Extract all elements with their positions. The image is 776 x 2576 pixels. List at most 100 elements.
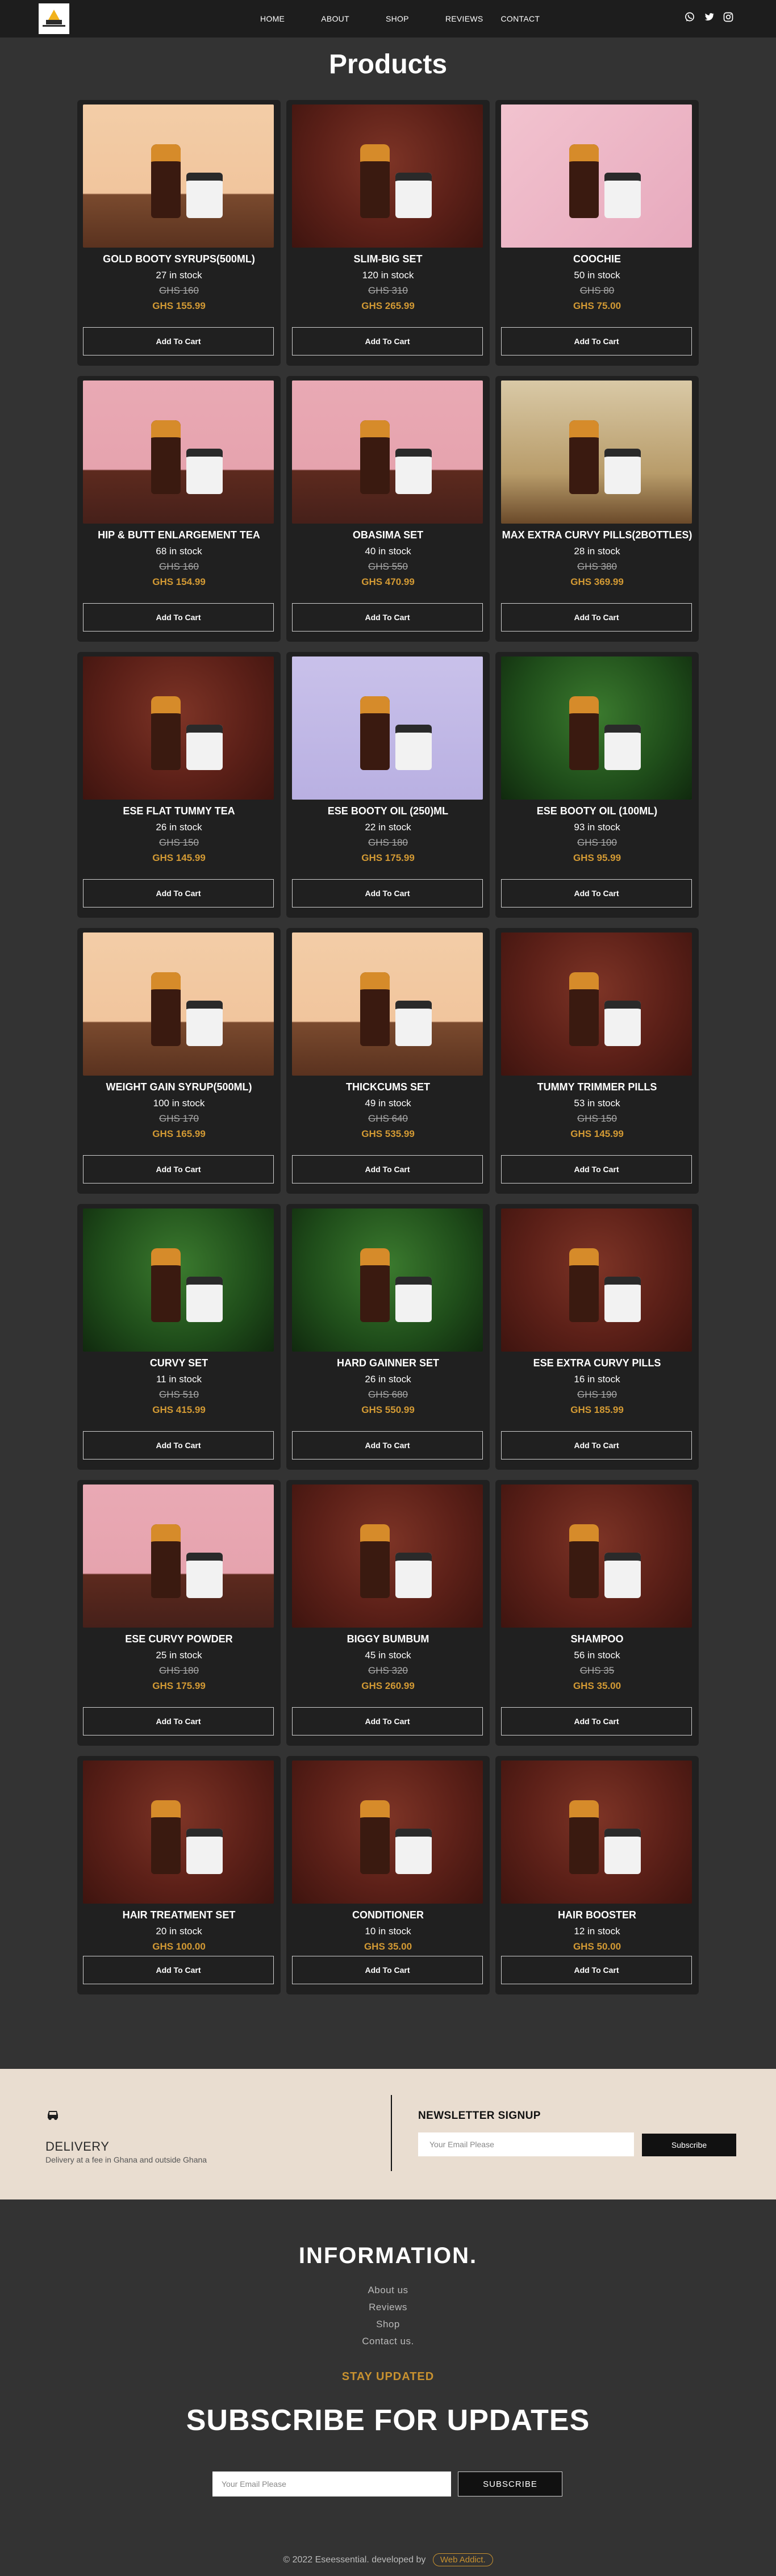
nav-home-link[interactable]: HOME bbox=[260, 14, 285, 23]
product-image[interactable] bbox=[83, 932, 274, 1076]
product-image[interactable] bbox=[501, 932, 692, 1076]
add-to-cart-button[interactable]: Add To Cart bbox=[83, 1956, 274, 1984]
product-image[interactable] bbox=[83, 1208, 274, 1352]
add-to-cart-button[interactable]: Add To Cart bbox=[83, 1707, 274, 1736]
product-image[interactable] bbox=[501, 104, 692, 248]
developer-link[interactable]: Web Addict. bbox=[432, 2553, 493, 2566]
product-card[interactable]: TUMMY TRIMMER PILLS 53 in stock GHS 150 GHS… bbox=[495, 928, 699, 1194]
product-card[interactable]: ESE CURVY POWDER 25 in stock GHS 180 GHS 17… bbox=[77, 1480, 281, 1746]
add-to-cart-button[interactable]: Add To Cart bbox=[501, 879, 692, 908]
product-name: ESE FLAT TUMMY TEA bbox=[123, 805, 235, 817]
product-card[interactable]: HAIR TREATMENT SET 20 in stock GHS 100.00 A… bbox=[77, 1756, 281, 1994]
nav-reviews-link[interactable]: REVIEWS bbox=[445, 14, 483, 23]
product-stock: 56 in stock bbox=[574, 1650, 620, 1661]
whatsapp-icon[interactable] bbox=[684, 11, 695, 23]
product-card[interactable]: HIP & BUTT ENLARGEMENT TEA 68 in stock GHS… bbox=[77, 376, 281, 642]
product-old-price: GHS 180 bbox=[159, 1665, 199, 1676]
add-to-cart-button[interactable]: Add To Cart bbox=[83, 1431, 274, 1460]
product-stock: 40 in stock bbox=[365, 546, 411, 557]
product-image[interactable] bbox=[292, 932, 483, 1076]
product-old-price: GHS 640 bbox=[368, 1113, 408, 1124]
product-card[interactable]: THICKCUMS SET 49 in stock GHS 640 GHS 535.9… bbox=[286, 928, 490, 1194]
add-to-cart-button[interactable]: Add To Cart bbox=[501, 327, 692, 356]
product-stock: 26 in stock bbox=[365, 1374, 411, 1385]
product-card[interactable]: ESE BOOTY OIL (100ML) 93 in stock GHS 100 G… bbox=[495, 652, 699, 918]
product-card[interactable]: HAIR BOOSTER 12 in stock GHS 50.00 Add To C… bbox=[495, 1756, 699, 1994]
product-image[interactable] bbox=[501, 1208, 692, 1352]
info-contact-link[interactable]: Contact us. bbox=[0, 2333, 776, 2350]
product-name: HARD GAINNER SET bbox=[336, 1357, 439, 1369]
site-logo[interactable] bbox=[39, 3, 69, 34]
product-image[interactable] bbox=[292, 656, 483, 800]
info-reviews-link[interactable]: Reviews bbox=[0, 2299, 776, 2316]
product-pack-shape bbox=[604, 1553, 641, 1598]
product-image[interactable] bbox=[501, 1760, 692, 1904]
add-to-cart-button[interactable]: Add To Cart bbox=[83, 327, 274, 356]
add-to-cart-button[interactable]: Add To Cart bbox=[501, 603, 692, 632]
info-about-link[interactable]: About us bbox=[0, 2282, 776, 2299]
subscribe-button[interactable]: SUBSCRIBE bbox=[458, 2472, 562, 2496]
product-price: GHS 175.99 bbox=[152, 1680, 206, 1691]
product-price: GHS 35.00 bbox=[573, 1680, 621, 1691]
product-card[interactable]: SHAMPOO 56 in stock GHS 35 GHS 35.00 Add To … bbox=[495, 1480, 699, 1746]
product-card[interactable]: WEIGHT GAIN SYRUP(500ML) 100 in stock GHS … bbox=[77, 928, 281, 1194]
add-to-cart-button[interactable]: Add To Cart bbox=[83, 879, 274, 908]
add-to-cart-button[interactable]: Add To Cart bbox=[292, 879, 483, 908]
product-card[interactable]: ESE FLAT TUMMY TEA 26 in stock GHS 150 GHS … bbox=[77, 652, 281, 918]
product-card[interactable]: ESE EXTRA CURVY PILLS 16 in stock GHS 190 G… bbox=[495, 1204, 699, 1470]
nav-contact-link[interactable]: CONTACT bbox=[501, 14, 540, 23]
nav-about-link[interactable]: ABOUT bbox=[321, 14, 349, 23]
product-card[interactable]: COOCHIE 50 in stock GHS 80 GHS 75.00 Add To … bbox=[495, 100, 699, 366]
product-image[interactable] bbox=[292, 380, 483, 524]
product-card[interactable]: SLIM-BIG SET 120 in stock GHS 310 GHS 265.9… bbox=[286, 100, 490, 366]
product-name: ESE BOOTY OIL (250)ML bbox=[327, 805, 449, 817]
product-card[interactable]: HARD GAINNER SET 26 in stock GHS 680 GHS 55… bbox=[286, 1204, 490, 1470]
product-card[interactable]: BIGGY BUMBUM 45 in stock GHS 320 GHS 260.99… bbox=[286, 1480, 490, 1746]
product-image[interactable] bbox=[292, 1484, 483, 1628]
newsletter-subscribe-button[interactable]: Subscribe bbox=[642, 2134, 736, 2156]
add-to-cart-button[interactable]: Add To Cart bbox=[292, 1956, 483, 1984]
product-pack-shape bbox=[604, 1277, 641, 1322]
product-image[interactable] bbox=[83, 104, 274, 248]
add-to-cart-button[interactable]: Add To Cart bbox=[83, 1155, 274, 1184]
stay-updated-label: STAY UPDATED bbox=[341, 2370, 435, 2383]
add-to-cart-button[interactable]: Add To Cart bbox=[501, 1431, 692, 1460]
product-image[interactable] bbox=[292, 104, 483, 248]
product-card[interactable]: ESE BOOTY OIL (250)ML 22 in stock GHS 180 G… bbox=[286, 652, 490, 918]
product-pack-shape bbox=[395, 173, 432, 218]
add-to-cart-button[interactable]: Add To Cart bbox=[292, 327, 483, 356]
add-to-cart-button[interactable]: Add To Cart bbox=[292, 1431, 483, 1460]
product-pack-shape bbox=[604, 173, 641, 218]
product-image[interactable] bbox=[83, 1484, 274, 1628]
add-to-cart-button[interactable]: Add To Cart bbox=[501, 1707, 692, 1736]
product-image[interactable] bbox=[292, 1760, 483, 1904]
product-card[interactable]: OBASIMA SET 40 in stock GHS 550 GHS 470.99 A… bbox=[286, 376, 490, 642]
product-image[interactable] bbox=[83, 1760, 274, 1904]
add-to-cart-button[interactable]: Add To Cart bbox=[292, 1155, 483, 1184]
product-price: GHS 75.00 bbox=[573, 300, 621, 311]
product-image[interactable] bbox=[501, 380, 692, 524]
product-name: HAIR TREATMENT SET bbox=[122, 1909, 236, 1921]
subscribe-email-input[interactable] bbox=[212, 2472, 451, 2496]
add-to-cart-button[interactable]: Add To Cart bbox=[292, 603, 483, 632]
instagram-icon[interactable] bbox=[723, 11, 734, 23]
product-image[interactable] bbox=[501, 1484, 692, 1628]
product-card[interactable]: CURVY SET 11 in stock GHS 510 GHS 415.99 Add… bbox=[77, 1204, 281, 1470]
product-image[interactable] bbox=[83, 380, 274, 524]
info-shop-link[interactable]: Shop bbox=[0, 2316, 776, 2333]
product-card[interactable]: CONDITIONER 10 in stock GHS 35.00 Add To Ca… bbox=[286, 1756, 490, 1994]
nav-shop-link[interactable]: SHOP bbox=[386, 14, 409, 23]
add-to-cart-button[interactable]: Add To Cart bbox=[83, 603, 274, 632]
twitter-icon[interactable] bbox=[703, 11, 715, 23]
subscribe-title: SUBSCRIBE FOR UPDATES bbox=[186, 2404, 590, 2437]
newsletter-email-input[interactable] bbox=[418, 2132, 634, 2156]
add-to-cart-button[interactable]: Add To Cart bbox=[501, 1155, 692, 1184]
add-to-cart-button[interactable]: Add To Cart bbox=[292, 1707, 483, 1736]
product-image[interactable] bbox=[501, 656, 692, 800]
product-card[interactable]: MAX EXTRA CURVY PILLS(2BOTTLES) 28 in sto… bbox=[495, 376, 699, 642]
product-card[interactable]: GOLD BOOTY SYRUPS(500ML) 27 in stock GHS 1… bbox=[77, 100, 281, 366]
add-to-cart-button[interactable]: Add To Cart bbox=[501, 1956, 692, 1984]
product-stock: 28 in stock bbox=[574, 546, 620, 557]
product-image[interactable] bbox=[83, 656, 274, 800]
product-image[interactable] bbox=[292, 1208, 483, 1352]
